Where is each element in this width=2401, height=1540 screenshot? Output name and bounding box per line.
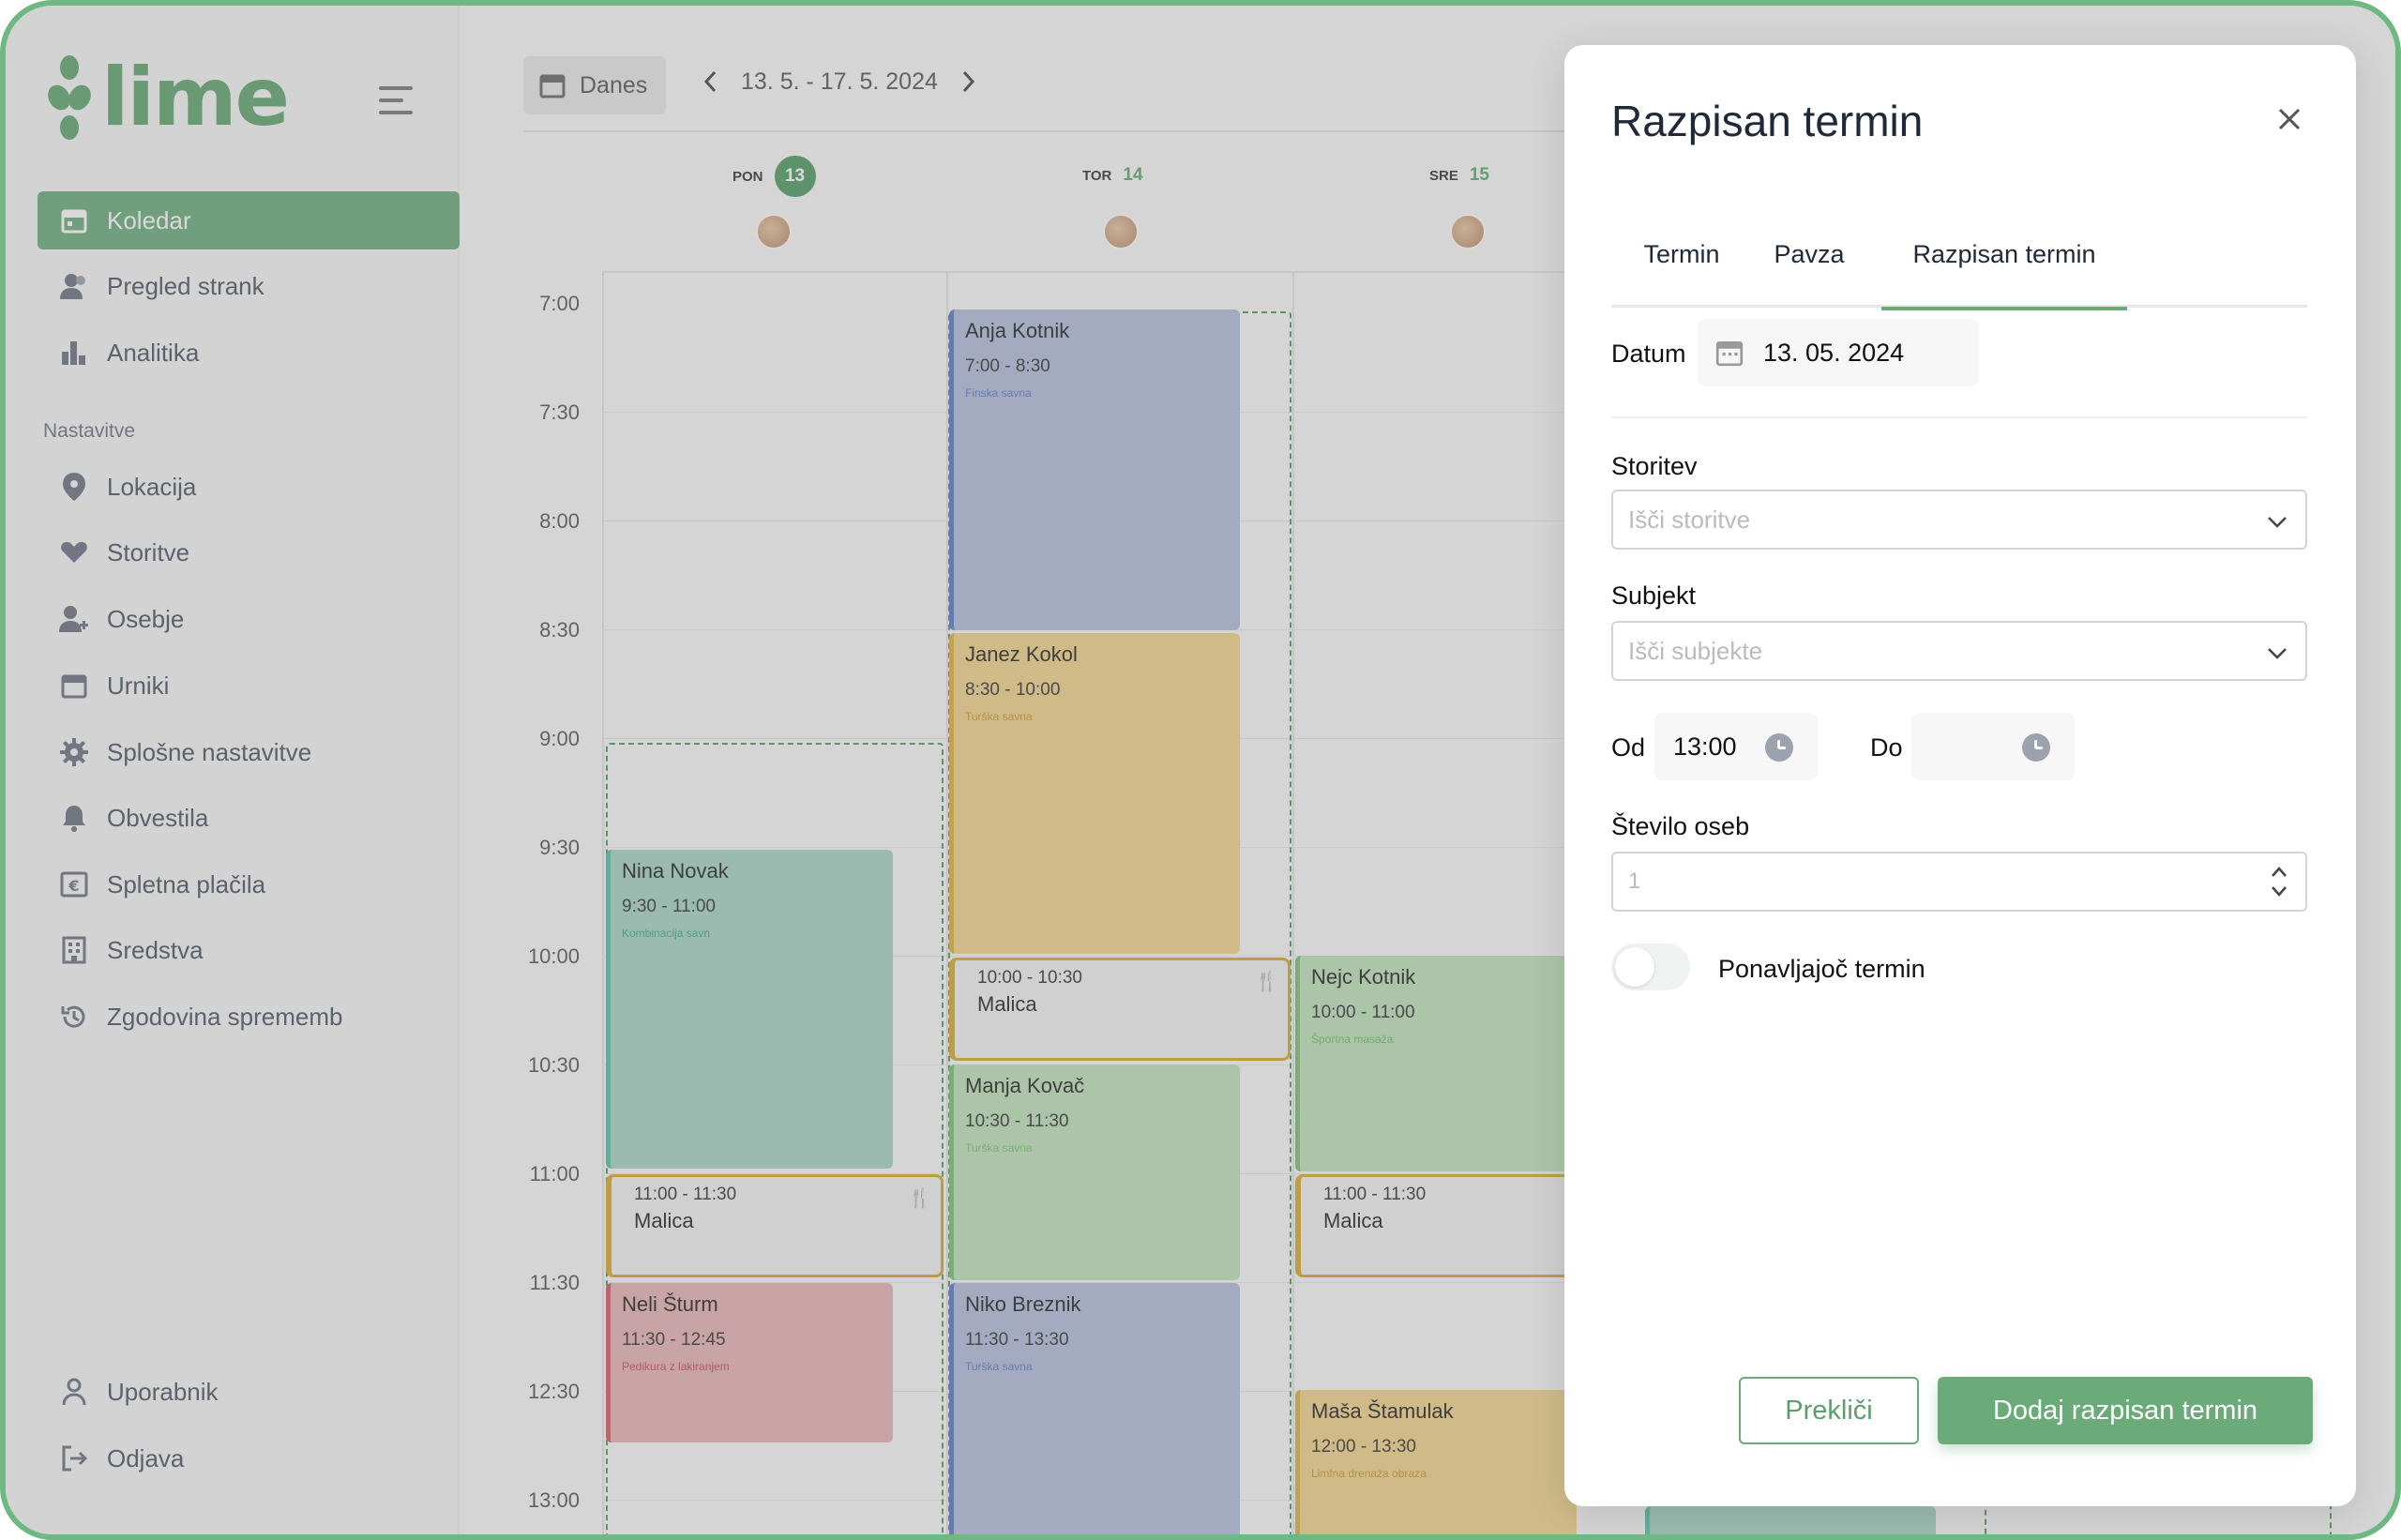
- date-field[interactable]: 13. 05. 2024: [1698, 319, 1979, 386]
- app-frame: lime Koledar Pregled strank Analitika Na…: [0, 0, 2401, 1540]
- clock-icon: [2022, 733, 2050, 762]
- service-select[interactable]: Išči storitve: [1611, 490, 2307, 550]
- recurring-toggle[interactable]: [1611, 944, 1690, 990]
- divider: [1611, 416, 2307, 418]
- modal-tabs: Termin Pavza Razpisan termin: [1611, 218, 2307, 310]
- close-icon[interactable]: [2275, 105, 2303, 133]
- calendar-icon: [1715, 341, 1744, 367]
- to-time-field[interactable]: [1911, 713, 2075, 780]
- people-label: Število oseb: [1611, 812, 1750, 840]
- recurring-label: Ponavljajoč termin: [1718, 955, 1925, 983]
- cancel-button[interactable]: Prekliči: [1739, 1377, 1919, 1444]
- toggle-knob: [1615, 947, 1654, 987]
- service-placeholder: Išči storitve: [1628, 505, 1751, 534]
- appointment-modal: Razpisan termin Termin Pavza Razpisan te…: [1564, 45, 2356, 1506]
- service-label: Storitev: [1611, 452, 1698, 480]
- subject-label: Subjekt: [1611, 581, 1697, 610]
- chevron-down-icon: [2268, 517, 2287, 528]
- modal-title: Razpisan termin: [1611, 97, 1924, 145]
- from-time-value: 13:00: [1673, 732, 1737, 761]
- date-value: 13. 05. 2024: [1763, 338, 1905, 367]
- app: lime Koledar Pregled strank Analitika Na…: [6, 6, 2395, 1534]
- tab-razpisan-termin[interactable]: Razpisan termin: [1881, 218, 2127, 310]
- tab-termin[interactable]: Termin: [1611, 218, 1752, 308]
- tab-pavza[interactable]: Pavza: [1752, 218, 1866, 308]
- from-label: Od: [1611, 733, 1646, 762]
- date-label: Datum: [1611, 340, 1686, 368]
- clock-icon: [1765, 733, 1793, 762]
- people-number-field[interactable]: 1: [1611, 852, 2307, 912]
- people-placeholder: 1: [1628, 868, 1641, 894]
- subject-select[interactable]: Išči subjekte: [1611, 621, 2307, 681]
- from-time-field[interactable]: 13:00: [1654, 713, 1818, 780]
- to-label: Do: [1870, 733, 1903, 762]
- chevron-down-icon: [2268, 648, 2287, 659]
- stepper-arrows-icon[interactable]: [2270, 863, 2288, 900]
- subject-placeholder: Išči subjekte: [1628, 636, 1763, 665]
- add-appointment-button[interactable]: Dodaj razpisan termin: [1938, 1377, 2313, 1444]
